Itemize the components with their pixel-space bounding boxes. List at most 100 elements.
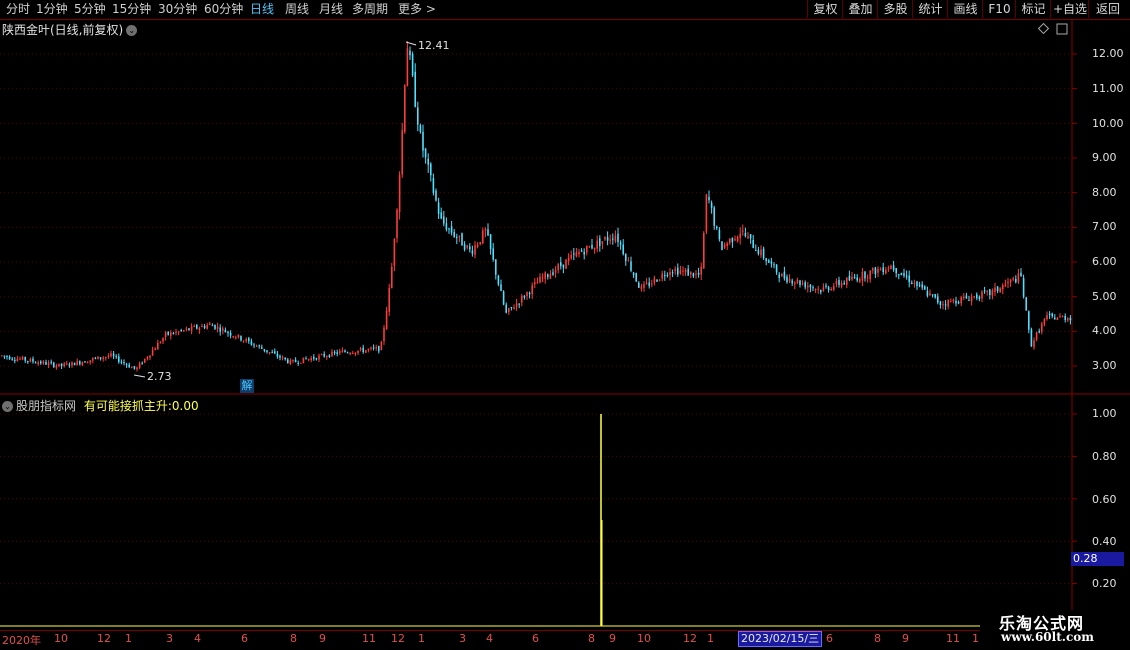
candle-body — [549, 274, 552, 279]
candle-body — [762, 248, 765, 259]
chevron-down-icon[interactable]: ⌄ — [2, 401, 13, 412]
candle-body — [965, 295, 968, 299]
candle-body — [625, 254, 627, 261]
candle-body — [976, 294, 978, 299]
candle-body — [250, 341, 253, 345]
candle-body — [903, 273, 905, 276]
candle-body — [1017, 273, 1020, 282]
candle-body — [365, 350, 367, 353]
candle-body — [136, 367, 138, 370]
candle-body — [79, 361, 81, 365]
candle-body — [445, 223, 448, 230]
candle-body — [859, 279, 861, 282]
indicator-tick: 0.20 — [1092, 577, 1117, 590]
candle-body — [463, 244, 466, 250]
candle-body — [302, 357, 305, 364]
candle-body — [419, 125, 422, 132]
cursor-value-badge: 0.28 — [1071, 552, 1124, 566]
candle-body — [14, 359, 16, 361]
candle-body — [383, 327, 385, 342]
candle-body — [934, 294, 936, 298]
candle-body — [710, 202, 713, 209]
candle-body — [939, 301, 942, 306]
candle-body — [1012, 278, 1014, 280]
candle-body — [1009, 279, 1012, 283]
candle-body — [144, 358, 146, 363]
candle-body — [211, 325, 214, 327]
candle-body — [729, 238, 731, 243]
candle-body — [297, 362, 299, 364]
candlestick-chart — [0, 20, 1130, 630]
candle-body — [609, 239, 611, 241]
candle-body — [216, 326, 219, 329]
candle-body — [443, 216, 445, 224]
candle-body — [526, 292, 528, 297]
candle-body — [1048, 313, 1051, 315]
candle-body — [560, 262, 562, 267]
candle-body — [742, 230, 744, 232]
candle-body — [755, 250, 757, 252]
candle-body — [476, 244, 479, 247]
candle-body — [16, 358, 19, 362]
candle-body — [677, 267, 679, 275]
candle-body — [726, 243, 728, 246]
indicator-tick: 0.60 — [1092, 493, 1117, 506]
candle-body — [929, 293, 931, 296]
candle-body — [398, 174, 401, 213]
candle-body — [362, 347, 364, 352]
candle-body — [989, 289, 991, 295]
candle-body — [812, 287, 814, 289]
candle-body — [541, 277, 544, 279]
candle-body — [970, 297, 973, 302]
candle-body — [1043, 319, 1046, 325]
candle-body — [336, 352, 338, 354]
candle-body — [27, 360, 29, 362]
candle-body — [760, 249, 762, 256]
candle-body — [921, 284, 923, 288]
candle-body — [474, 245, 476, 255]
candle-body — [635, 273, 637, 282]
candle-body — [562, 264, 565, 268]
price-tick: 12.00 — [1092, 47, 1124, 60]
candle-body — [157, 342, 159, 350]
candle-body — [996, 286, 999, 292]
candle-body — [97, 356, 99, 360]
candle-body — [731, 237, 734, 243]
candle-body — [409, 50, 411, 56]
candle-body — [159, 342, 162, 344]
candle-body — [651, 283, 653, 285]
candle-body — [1054, 317, 1056, 320]
candle-body — [411, 53, 414, 76]
candle-body — [224, 329, 227, 333]
candle-body — [791, 280, 793, 284]
candle-body — [682, 270, 684, 272]
candle-body — [645, 283, 648, 285]
price-tick: 6.00 — [1092, 255, 1117, 268]
candle-body — [289, 360, 292, 365]
indicator-source: 股朋指标网 — [16, 399, 77, 413]
candle-body — [708, 197, 710, 201]
candle-body — [105, 357, 107, 359]
candle-body — [749, 234, 752, 239]
low-price-label: 2.73 — [147, 370, 172, 383]
candle-body — [125, 364, 128, 366]
candle-body — [370, 347, 372, 349]
candle-body — [684, 269, 687, 273]
candle-body — [349, 353, 351, 355]
candle-body — [86, 362, 89, 364]
candle-body — [53, 362, 55, 367]
candle-body — [344, 350, 346, 353]
unlock-marker[interactable]: 解 — [240, 379, 254, 393]
candle-body — [513, 307, 515, 310]
candle-body — [801, 283, 804, 285]
date-axis: 2020年 10 12 1 3 4 6 8 9 11 12 1 3 4 6 8 … — [0, 630, 980, 647]
candle-body — [885, 269, 887, 274]
candle-body — [45, 362, 47, 365]
price-axis: 12.00 11.00 10.00 9.00 8.00 7.00 6.00 5.… — [1072, 20, 1130, 630]
candle-body — [518, 303, 520, 305]
candle-body — [359, 348, 362, 350]
candle-body — [367, 348, 370, 350]
price-tick: 5.00 — [1092, 290, 1117, 303]
candle-body — [268, 352, 271, 354]
candle-body — [554, 270, 557, 273]
